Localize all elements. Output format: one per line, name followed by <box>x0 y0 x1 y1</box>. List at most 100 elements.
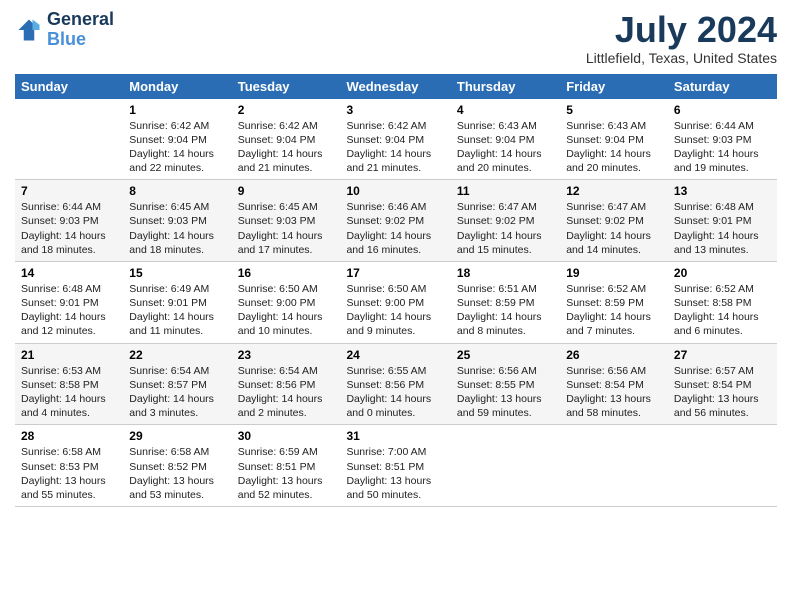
day-number: 24 <box>346 348 444 362</box>
day-info: Sunrise: 6:42 AM Sunset: 9:04 PM Dayligh… <box>346 119 444 176</box>
calendar-cell: 14 Sunrise: 6:48 AM Sunset: 9:01 PM Dayli… <box>15 261 123 343</box>
day-number: 8 <box>129 184 225 198</box>
calendar-cell: 17 Sunrise: 6:50 AM Sunset: 9:00 PM Dayli… <box>340 261 450 343</box>
calendar-cell: 23 Sunrise: 6:54 AM Sunset: 8:56 PM Dayli… <box>232 343 341 425</box>
day-number: 11 <box>457 184 554 198</box>
day-info: Sunrise: 6:50 AM Sunset: 9:00 PM Dayligh… <box>346 282 444 339</box>
week-row-2: 7 Sunrise: 6:44 AM Sunset: 9:03 PM Daylig… <box>15 180 777 262</box>
calendar-cell <box>451 425 560 507</box>
day-info: Sunrise: 6:50 AM Sunset: 9:00 PM Dayligh… <box>238 282 335 339</box>
calendar-cell: 10 Sunrise: 6:46 AM Sunset: 9:02 PM Dayli… <box>340 180 450 262</box>
day-info: Sunrise: 6:48 AM Sunset: 9:01 PM Dayligh… <box>674 200 771 257</box>
day-number: 18 <box>457 266 554 280</box>
calendar-cell: 19 Sunrise: 6:52 AM Sunset: 8:59 PM Dayli… <box>560 261 668 343</box>
calendar-header: SundayMondayTuesdayWednesdayThursdayFrid… <box>15 74 777 99</box>
day-number: 22 <box>129 348 225 362</box>
day-number: 23 <box>238 348 335 362</box>
day-info: Sunrise: 6:53 AM Sunset: 8:58 PM Dayligh… <box>21 364 117 421</box>
day-info: Sunrise: 6:42 AM Sunset: 9:04 PM Dayligh… <box>238 119 335 176</box>
day-number: 25 <box>457 348 554 362</box>
calendar-cell: 30 Sunrise: 6:59 AM Sunset: 8:51 PM Dayli… <box>232 425 341 507</box>
calendar-cell <box>668 425 777 507</box>
day-info: Sunrise: 6:54 AM Sunset: 8:57 PM Dayligh… <box>129 364 225 421</box>
day-info: Sunrise: 6:46 AM Sunset: 9:02 PM Dayligh… <box>346 200 444 257</box>
day-number: 3 <box>346 103 444 117</box>
calendar-cell: 6 Sunrise: 6:44 AM Sunset: 9:03 PM Daylig… <box>668 99 777 180</box>
day-info: Sunrise: 6:56 AM Sunset: 8:54 PM Dayligh… <box>566 364 662 421</box>
calendar-cell: 9 Sunrise: 6:45 AM Sunset: 9:03 PM Daylig… <box>232 180 341 262</box>
logo-line2: Blue <box>47 29 86 49</box>
day-number: 31 <box>346 429 444 443</box>
calendar-cell: 2 Sunrise: 6:42 AM Sunset: 9:04 PM Daylig… <box>232 99 341 180</box>
calendar-cell: 29 Sunrise: 6:58 AM Sunset: 8:52 PM Dayli… <box>123 425 231 507</box>
calendar-cell: 21 Sunrise: 6:53 AM Sunset: 8:58 PM Dayli… <box>15 343 123 425</box>
calendar-cell: 24 Sunrise: 6:55 AM Sunset: 8:56 PM Dayli… <box>340 343 450 425</box>
calendar-cell: 8 Sunrise: 6:45 AM Sunset: 9:03 PM Daylig… <box>123 180 231 262</box>
day-number: 29 <box>129 429 225 443</box>
week-row-1: 1 Sunrise: 6:42 AM Sunset: 9:04 PM Daylig… <box>15 99 777 180</box>
day-number: 17 <box>346 266 444 280</box>
logo-text: General Blue <box>47 10 114 50</box>
day-info: Sunrise: 6:51 AM Sunset: 8:59 PM Dayligh… <box>457 282 554 339</box>
day-number: 14 <box>21 266 117 280</box>
header-day-sunday: Sunday <box>15 74 123 99</box>
day-number: 30 <box>238 429 335 443</box>
day-info: Sunrise: 6:43 AM Sunset: 9:04 PM Dayligh… <box>457 119 554 176</box>
day-number: 6 <box>674 103 771 117</box>
day-number: 9 <box>238 184 335 198</box>
day-info: Sunrise: 6:42 AM Sunset: 9:04 PM Dayligh… <box>129 119 225 176</box>
day-info: Sunrise: 6:44 AM Sunset: 9:03 PM Dayligh… <box>674 119 771 176</box>
day-info: Sunrise: 6:48 AM Sunset: 9:01 PM Dayligh… <box>21 282 117 339</box>
calendar-table: SundayMondayTuesdayWednesdayThursdayFrid… <box>15 74 777 507</box>
calendar-cell: 25 Sunrise: 6:56 AM Sunset: 8:55 PM Dayli… <box>451 343 560 425</box>
day-info: Sunrise: 6:44 AM Sunset: 9:03 PM Dayligh… <box>21 200 117 257</box>
day-info: Sunrise: 6:47 AM Sunset: 9:02 PM Dayligh… <box>566 200 662 257</box>
header-day-wednesday: Wednesday <box>340 74 450 99</box>
calendar-cell: 1 Sunrise: 6:42 AM Sunset: 9:04 PM Daylig… <box>123 99 231 180</box>
header-day-monday: Monday <box>123 74 231 99</box>
day-number: 7 <box>21 184 117 198</box>
day-number: 20 <box>674 266 771 280</box>
day-number: 15 <box>129 266 225 280</box>
day-info: Sunrise: 6:58 AM Sunset: 8:52 PM Dayligh… <box>129 445 225 502</box>
day-number: 26 <box>566 348 662 362</box>
calendar-cell: 28Sunrise: 6:58 AM Sunset: 8:53 PM Dayli… <box>15 425 123 507</box>
header-day-thursday: Thursday <box>451 74 560 99</box>
page-header: General Blue July 2024 Littlefield, Texa… <box>15 10 777 66</box>
day-info: Sunrise: 6:56 AM Sunset: 8:55 PM Dayligh… <box>457 364 554 421</box>
day-info: Sunrise: 6:45 AM Sunset: 9:03 PM Dayligh… <box>238 200 335 257</box>
calendar-cell: 20 Sunrise: 6:52 AM Sunset: 8:58 PM Dayli… <box>668 261 777 343</box>
day-info: Sunrise: 7:00 AM Sunset: 8:51 PM Dayligh… <box>346 445 444 502</box>
day-number: 13 <box>674 184 771 198</box>
calendar-body: 1 Sunrise: 6:42 AM Sunset: 9:04 PM Daylig… <box>15 99 777 507</box>
day-info: Sunrise: 6:52 AM Sunset: 8:58 PM Dayligh… <box>674 282 771 339</box>
week-row-5: 28Sunrise: 6:58 AM Sunset: 8:53 PM Dayli… <box>15 425 777 507</box>
day-info: Sunrise: 6:55 AM Sunset: 8:56 PM Dayligh… <box>346 364 444 421</box>
location: Littlefield, Texas, United States <box>586 50 777 66</box>
day-info: Sunrise: 6:59 AM Sunset: 8:51 PM Dayligh… <box>238 445 335 502</box>
header-day-tuesday: Tuesday <box>232 74 341 99</box>
day-number: 1 <box>129 103 225 117</box>
day-info: Sunrise: 6:52 AM Sunset: 8:59 PM Dayligh… <box>566 282 662 339</box>
day-number: 2 <box>238 103 335 117</box>
logo-line1: General <box>47 10 114 30</box>
calendar-cell: 7 Sunrise: 6:44 AM Sunset: 9:03 PM Daylig… <box>15 180 123 262</box>
header-day-saturday: Saturday <box>668 74 777 99</box>
month-title: July 2024 <box>586 10 777 50</box>
calendar-cell: 16 Sunrise: 6:50 AM Sunset: 9:00 PM Dayli… <box>232 261 341 343</box>
day-number: 16 <box>238 266 335 280</box>
day-number: 21 <box>21 348 117 362</box>
calendar-cell: 26 Sunrise: 6:56 AM Sunset: 8:54 PM Dayli… <box>560 343 668 425</box>
title-area: July 2024 Littlefield, Texas, United Sta… <box>586 10 777 66</box>
day-info: Sunrise: 6:45 AM Sunset: 9:03 PM Dayligh… <box>129 200 225 257</box>
calendar-cell: 11Sunrise: 6:47 AM Sunset: 9:02 PM Dayli… <box>451 180 560 262</box>
day-number: 10 <box>346 184 444 198</box>
day-number: 19 <box>566 266 662 280</box>
day-number: 12 <box>566 184 662 198</box>
calendar-cell: 12 Sunrise: 6:47 AM Sunset: 9:02 PM Dayli… <box>560 180 668 262</box>
day-info: Sunrise: 6:54 AM Sunset: 8:56 PM Dayligh… <box>238 364 335 421</box>
calendar-cell: 31 Sunrise: 7:00 AM Sunset: 8:51 PM Dayli… <box>340 425 450 507</box>
week-row-3: 14 Sunrise: 6:48 AM Sunset: 9:01 PM Dayli… <box>15 261 777 343</box>
calendar-cell: 18 Sunrise: 6:51 AM Sunset: 8:59 PM Dayli… <box>451 261 560 343</box>
calendar-cell: 5Sunrise: 6:43 AM Sunset: 9:04 PM Daylig… <box>560 99 668 180</box>
